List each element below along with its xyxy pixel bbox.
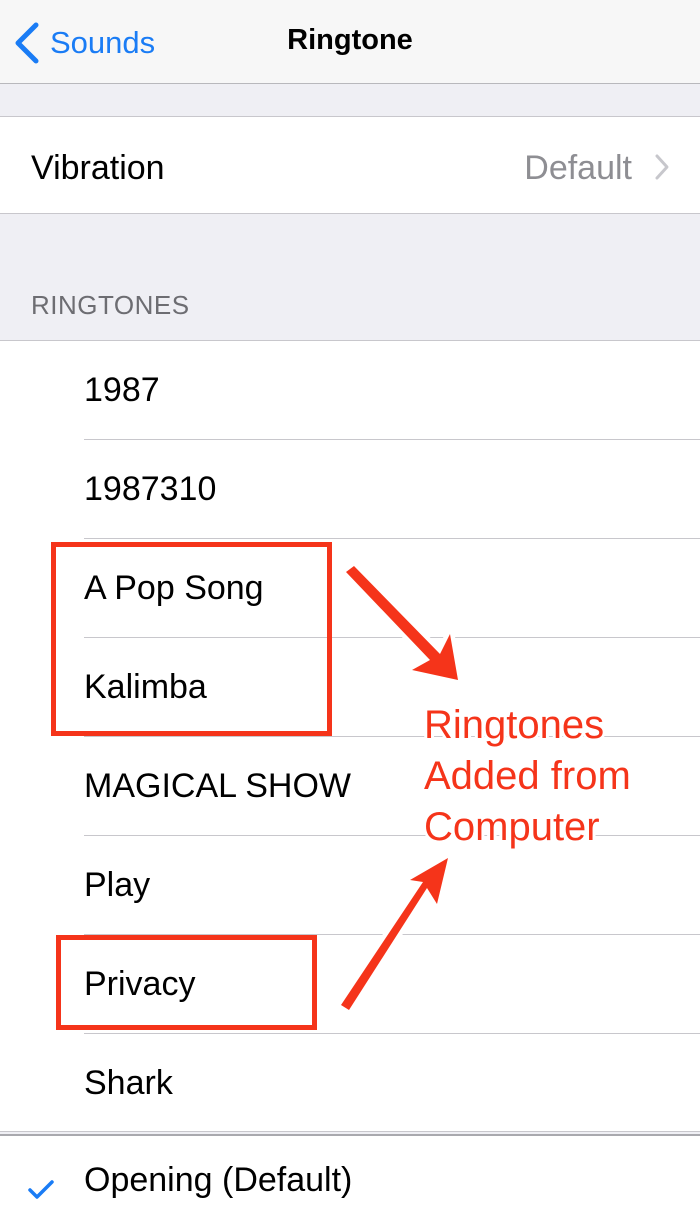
navigation-bar: Sounds Ringtone [0, 0, 700, 84]
ringtone-label: Privacy [84, 965, 196, 1003]
default-ringtone-label: Opening (Default) [84, 1161, 353, 1199]
list-item[interactable]: Privacy [0, 935, 700, 1034]
ringtone-label: Play [84, 866, 151, 904]
default-ringtone-row[interactable]: Opening (Default) [0, 1134, 700, 1208]
annotation-line: Added from [424, 754, 631, 798]
vibration-row[interactable]: Vibration Default [0, 116, 700, 214]
list-item[interactable]: A Pop Song [0, 539, 700, 638]
ringtone-label: Shark [84, 1064, 173, 1102]
list-item[interactable]: 1987310 [0, 440, 700, 539]
annotation-text: Ringtones Added from Computer [424, 700, 684, 853]
list-item[interactable]: Shark [0, 1034, 700, 1133]
ringtone-label: A Pop Song [84, 569, 264, 607]
chevron-right-icon [655, 154, 669, 180]
annotation-line: Ringtones [424, 703, 605, 747]
annotation-line: Computer [424, 805, 600, 849]
list-item[interactable]: 1987 [0, 341, 700, 440]
page-title: Ringtone [287, 24, 413, 56]
ringtone-label: 1987 [84, 371, 160, 409]
ringtone-label: Kalimba [84, 668, 207, 706]
vibration-label: Vibration [31, 149, 165, 187]
ringtones-section-header: RINGTONES [31, 290, 190, 320]
checkmark-icon [28, 1180, 54, 1199]
ringtone-label: MAGICAL SHOW [84, 767, 351, 805]
ringtone-label: 1987310 [84, 470, 217, 508]
vibration-value: Default [524, 149, 632, 187]
